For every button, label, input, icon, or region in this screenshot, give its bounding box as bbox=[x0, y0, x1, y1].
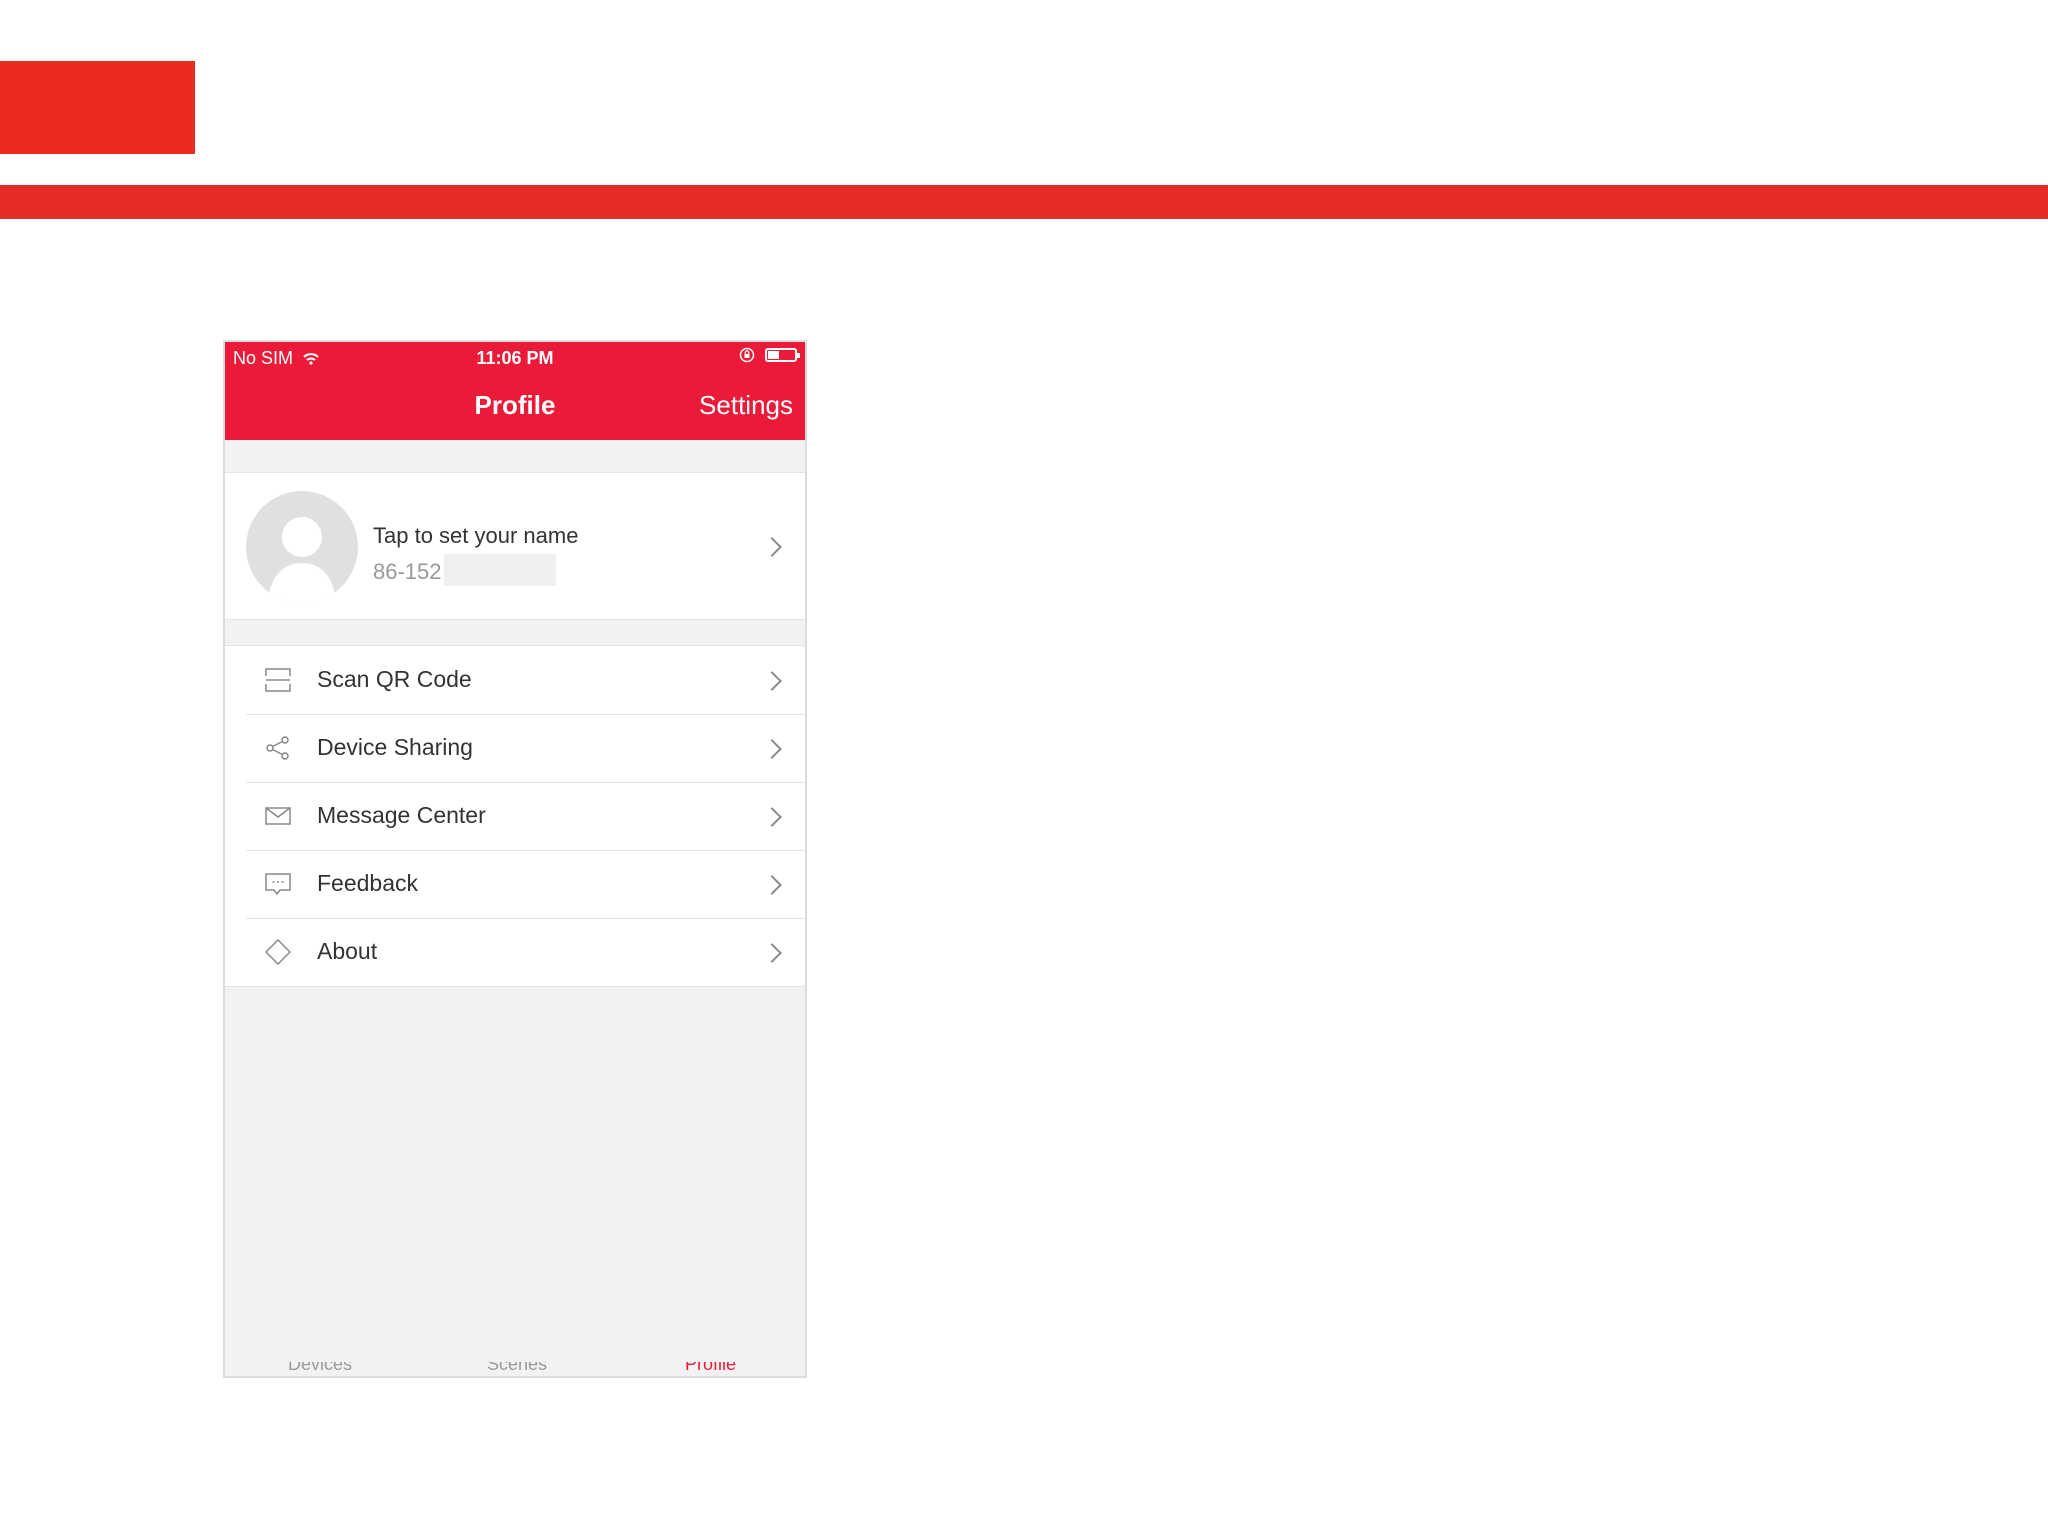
feedback-icon bbox=[265, 873, 291, 896]
tab-scenes[interactable]: Scenes bbox=[487, 1362, 547, 1375]
battery-icon bbox=[765, 348, 800, 362]
menu-item-device-sharing[interactable]: Device Sharing bbox=[225, 714, 805, 782]
chevron-right-icon bbox=[762, 671, 782, 691]
status-time: 11:06 PM bbox=[476, 348, 554, 368]
share-icon bbox=[266, 736, 289, 760]
avatar[interactable] bbox=[246, 491, 358, 603]
about-icon bbox=[265, 939, 291, 965]
person-silhouette-icon bbox=[268, 517, 336, 603]
scan-icon bbox=[265, 668, 291, 692]
profile-phone: 86-152 bbox=[373, 554, 556, 586]
chevron-right-icon bbox=[762, 875, 782, 895]
settings-button[interactable]: Settings bbox=[699, 390, 793, 421]
rotation-lock-icon bbox=[739, 347, 755, 363]
menu-label: Device Sharing bbox=[317, 734, 473, 760]
menu-item-feedback[interactable]: Feedback bbox=[225, 850, 805, 918]
mail-icon bbox=[265, 807, 291, 825]
profile-card[interactable]: Tap to set your name 86-152 bbox=[225, 472, 805, 620]
menu-list: Scan QR Code Device Sharing Message Cent… bbox=[225, 645, 805, 987]
chevron-right-icon bbox=[762, 537, 782, 557]
menu-item-scan-qr[interactable]: Scan QR Code bbox=[225, 646, 805, 714]
chevron-right-icon bbox=[762, 739, 782, 759]
phone-screenshot: No SIM 11:06 PM Profile Settings Tap to … bbox=[223, 340, 807, 1378]
menu-label: Scan QR Code bbox=[317, 666, 472, 692]
profile-name-prompt: Tap to set your name bbox=[373, 523, 579, 548]
menu-label: Feedback bbox=[317, 870, 419, 896]
redacted-phone-digits bbox=[443, 554, 556, 586]
slide-red-stripe bbox=[0, 185, 2048, 219]
tab-devices[interactable]: Devices bbox=[288, 1362, 352, 1375]
menu-label: About bbox=[317, 938, 378, 964]
chevron-right-icon bbox=[762, 943, 782, 963]
status-right-icons bbox=[739, 347, 800, 363]
app-header: No SIM 11:06 PM Profile Settings bbox=[225, 342, 805, 440]
chevron-right-icon bbox=[762, 807, 782, 827]
menu-label: Message Center bbox=[317, 802, 486, 828]
tab-profile[interactable]: Profile bbox=[685, 1362, 736, 1375]
menu-item-about[interactable]: About bbox=[225, 918, 805, 986]
tab-bar: Devices Scenes Profile bbox=[225, 1362, 805, 1376]
status-bar: No SIM 11:06 PM bbox=[225, 342, 805, 374]
phone-prefix: 86-152 bbox=[373, 559, 442, 584]
slide-red-block bbox=[0, 61, 195, 154]
menu-item-message-center[interactable]: Message Center bbox=[225, 782, 805, 850]
